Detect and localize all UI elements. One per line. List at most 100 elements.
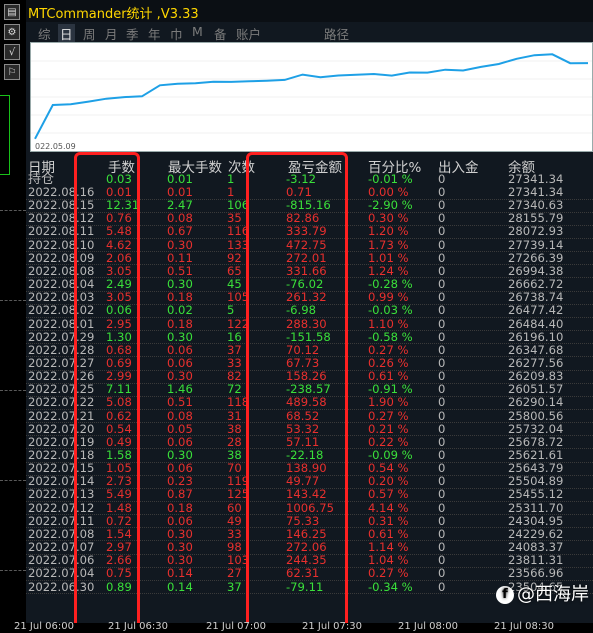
row-deposits: 0 bbox=[438, 448, 446, 462]
row-balance: 25800.56 bbox=[508, 408, 564, 423]
flag-icon[interactable]: ⚐ bbox=[4, 64, 20, 80]
grid-line bbox=[0, 570, 26, 571]
row-percent: -0.58 % bbox=[368, 329, 413, 344]
row-balance: 28072.93 bbox=[508, 224, 564, 239]
row-balance: 26994.38 bbox=[508, 263, 564, 278]
row-deposits: 0 bbox=[438, 369, 446, 384]
row-balance: 23566.96 bbox=[508, 566, 564, 581]
menu-overall[interactable]: 综 bbox=[38, 24, 51, 43]
row-deposits: 0 bbox=[438, 237, 446, 252]
menu-path[interactable]: 路径 bbox=[324, 24, 349, 43]
menu-notes[interactable]: 备 bbox=[214, 24, 227, 43]
grid-line bbox=[0, 390, 26, 391]
sqrt-icon[interactable]: √ bbox=[4, 44, 20, 60]
row-max-lots: 0.67 bbox=[167, 224, 193, 239]
row-balance: 27340.63 bbox=[508, 198, 564, 213]
highlight-lots-column bbox=[74, 152, 140, 631]
row-deposits: 0 bbox=[438, 500, 446, 515]
price-level-marker bbox=[0, 95, 10, 175]
menu-quarterly[interactable]: 季 bbox=[126, 24, 139, 43]
row-count: 82 bbox=[227, 369, 242, 384]
row-max-lots: 0.14 bbox=[167, 579, 193, 594]
menu-magic[interactable]: M bbox=[192, 24, 203, 39]
row-max-lots: 1.46 bbox=[167, 382, 193, 397]
row-percent: -0.91 % bbox=[368, 382, 413, 397]
menu-daily[interactable]: 日 bbox=[58, 24, 75, 43]
row-balance: 27341.34 bbox=[508, 185, 564, 199]
menu-symbol[interactable]: 巾 bbox=[170, 24, 183, 43]
row-balance: 26277.56 bbox=[508, 355, 564, 370]
row-deposits: 0 bbox=[438, 342, 446, 357]
row-max-lots: 0.30 bbox=[167, 540, 193, 555]
grid-icon[interactable]: ▤ bbox=[4, 4, 20, 20]
row-count: 33 bbox=[227, 355, 242, 370]
time-axis-label: 21 Jul 07:00 bbox=[206, 621, 266, 632]
row-max-lots: 0.23 bbox=[167, 474, 193, 489]
row-balance: 26738.74 bbox=[508, 290, 564, 305]
menu-account[interactable]: 账户 bbox=[236, 24, 261, 43]
row-percent: 1.04 % bbox=[368, 553, 409, 568]
row-max-lots: 0.06 bbox=[167, 342, 193, 357]
row-max-lots: 0.30 bbox=[167, 448, 193, 462]
row-balance: 26347.68 bbox=[508, 342, 564, 357]
row-count: 31 bbox=[227, 408, 242, 423]
row-max-lots: 0.51 bbox=[167, 395, 193, 410]
row-percent: 0.27 % bbox=[368, 566, 409, 581]
row-deposits: 0 bbox=[438, 263, 446, 278]
window-title: MTCommander统计 ,V3.33 bbox=[28, 7, 199, 22]
time-axis-label: 21 Jul 07:30 bbox=[302, 621, 362, 632]
row-percent: -0.34 % bbox=[368, 579, 413, 594]
row-deposits: 0 bbox=[438, 185, 446, 199]
row-balance: 25504.89 bbox=[508, 474, 564, 489]
row-balance: 26662.72 bbox=[508, 277, 564, 292]
chart-start-date: 022.05.09 bbox=[35, 142, 76, 151]
time-axis-label: 21 Jul 06:30 bbox=[108, 621, 168, 632]
grid-line bbox=[0, 210, 26, 211]
time-axis-label: 21 Jul 08:30 bbox=[494, 621, 554, 632]
watermark: f @西海岸 bbox=[496, 580, 589, 606]
settings-icon[interactable]: ⚙ bbox=[4, 24, 20, 40]
row-deposits: 0 bbox=[438, 382, 446, 397]
row-count: 65 bbox=[227, 263, 242, 278]
row-balance: 26484.40 bbox=[508, 316, 564, 331]
row-max-lots: 0.05 bbox=[167, 421, 193, 436]
row-count: 16 bbox=[227, 329, 242, 344]
row-percent: 1.14 % bbox=[368, 540, 409, 555]
row-count: 37 bbox=[227, 342, 242, 357]
row-count: 72 bbox=[227, 382, 242, 397]
row-deposits: 0 bbox=[438, 355, 446, 370]
row-percent: 0.61 % bbox=[368, 369, 409, 384]
row-percent: 0.61 % bbox=[368, 526, 409, 541]
row-count: 28 bbox=[227, 434, 242, 449]
row-percent: 0.57 % bbox=[368, 487, 409, 502]
row-max-lots: 0.87 bbox=[167, 487, 193, 502]
row-count: 1 bbox=[227, 185, 235, 199]
row-percent: 0.27 % bbox=[368, 408, 409, 423]
equity-curve-chart: 022.05.09 bbox=[30, 42, 593, 152]
row-balance: 24083.37 bbox=[508, 540, 564, 555]
row-deposits: 0 bbox=[438, 408, 446, 423]
row-balance: 26209.83 bbox=[508, 369, 564, 384]
menu-weekly[interactable]: 周 bbox=[83, 24, 96, 43]
row-percent: 0.26 % bbox=[368, 355, 409, 370]
row-deposits: 0 bbox=[438, 461, 446, 476]
menu-monthly[interactable]: 月 bbox=[105, 24, 118, 43]
row-deposits: 0 bbox=[438, 579, 446, 594]
row-balance: 26196.10 bbox=[508, 329, 564, 344]
row-deposits: 0 bbox=[438, 250, 446, 265]
row-max-lots: 0.06 bbox=[167, 461, 193, 476]
row-balance: 25455.12 bbox=[508, 487, 564, 502]
row-max-lots: 2.47 bbox=[167, 198, 193, 213]
row-deposits: 0 bbox=[438, 553, 446, 568]
row-percent: 1.24 % bbox=[368, 263, 409, 278]
row-deposits: 0 bbox=[438, 277, 446, 292]
watermark-text: @西海岸 bbox=[517, 584, 589, 605]
row-percent: 0.22 % bbox=[368, 434, 409, 449]
menu-yearly[interactable]: 年 bbox=[148, 24, 161, 43]
row-balance: 23811.31 bbox=[508, 553, 564, 568]
row-count: 33 bbox=[227, 526, 242, 541]
title-bar: MTCommander统计 ,V3.33 bbox=[26, 0, 593, 22]
row-balance: 24304.95 bbox=[508, 513, 564, 528]
row-balance: 25732.04 bbox=[508, 421, 564, 436]
row-balance: 26290.14 bbox=[508, 395, 564, 410]
